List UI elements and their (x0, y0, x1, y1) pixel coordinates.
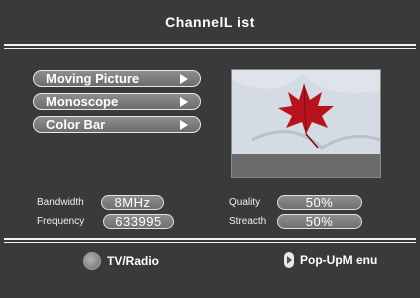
tv-radio-button[interactable]: TV/Radio (83, 252, 159, 270)
menu-item-moving-picture[interactable]: Moving Picture (33, 70, 201, 87)
strength-value: 50% (277, 214, 362, 229)
channel-preview (231, 69, 381, 178)
menu-item-label: Color Bar (46, 117, 106, 132)
circle-button-icon (83, 252, 101, 270)
footer-divider (4, 238, 416, 240)
frequency-value: 633995 (103, 214, 174, 229)
play-button-icon (284, 252, 294, 268)
bandwidth-label: Bandwidth (37, 197, 84, 208)
menu-item-label: Moving Picture (46, 71, 140, 86)
footer-divider-thin (4, 242, 416, 243)
tv-radio-label: TV/Radio (107, 254, 160, 268)
play-arrow-icon (180, 74, 188, 84)
title-divider (4, 44, 416, 46)
popup-menu-label: Pop-UpM enu (300, 253, 378, 267)
maple-leaf-image (232, 70, 380, 177)
title-divider-thin (4, 48, 416, 49)
play-arrow-icon (180, 120, 188, 130)
window-title: ChannelL ist (0, 0, 420, 44)
quality-value: 50% (277, 195, 362, 210)
quality-label: Quality (229, 197, 261, 208)
popup-menu-button[interactable]: Pop-UpM enu (284, 252, 377, 268)
menu-item-label: Monoscope (46, 94, 119, 109)
menu-item-monoscope[interactable]: Monoscope (33, 93, 201, 110)
frequency-label: Frequency (37, 216, 85, 227)
bandwidth-value: 8MHz (101, 195, 164, 210)
menu-item-color-bar[interactable]: Color Bar (33, 116, 201, 133)
play-arrow-icon (180, 97, 188, 107)
strength-label: Streacth (229, 216, 267, 227)
